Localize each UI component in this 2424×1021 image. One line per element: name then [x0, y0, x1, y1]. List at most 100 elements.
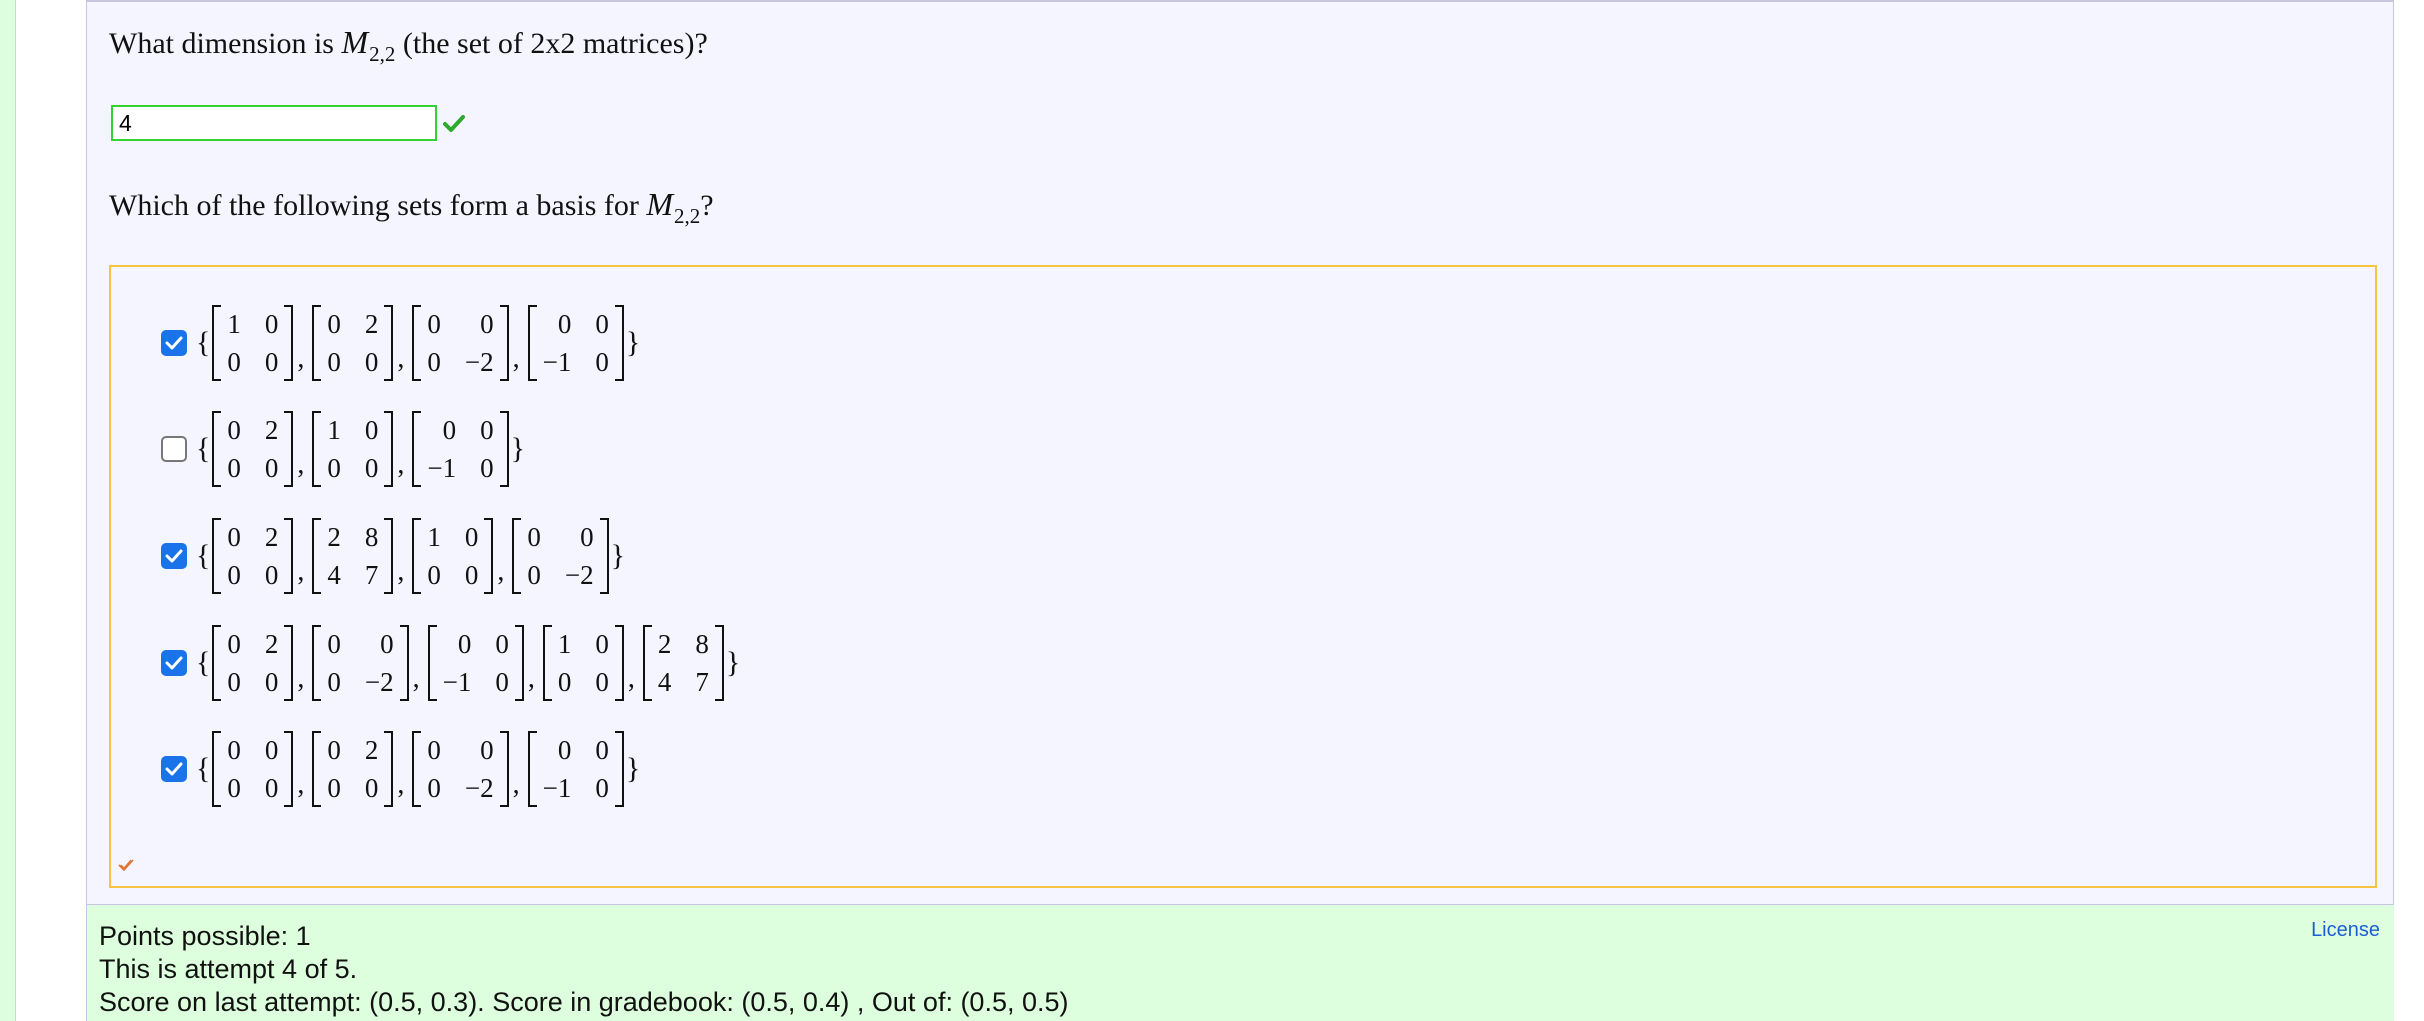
choice-option: {0 2 0 0, 0 0 0 −2, 0 0 −1 0, 1 0 0 0, 2 8 4 7}: [161, 618, 742, 708]
matrix-entry: 2: [364, 308, 379, 339]
matrix-entry: 0: [427, 734, 441, 765]
matrix-left-bracket: [312, 625, 322, 701]
matrix-entry: 8: [695, 628, 709, 659]
matrix-left-bracket: [212, 305, 222, 381]
matrix-left-bracket: [412, 305, 422, 381]
matrix-entry: 1: [327, 414, 341, 445]
matrix-entry: 7: [364, 559, 379, 590]
matrix-right-bracket: [399, 625, 409, 701]
open-brace: {: [196, 539, 211, 572]
matrix-entry: 0: [480, 452, 494, 483]
separator: ,: [512, 769, 520, 800]
matrix: 0000: [212, 731, 294, 807]
matrix-entries: 0 0 0 −2: [421, 731, 499, 807]
matrix-right-bracket: [384, 305, 394, 381]
choice-checkbox[interactable]: [161, 543, 187, 569]
matrix-entry: 0: [264, 346, 279, 377]
choice-checkbox[interactable]: [161, 650, 187, 676]
attempt-count: This is attempt 4 of 5.: [99, 954, 358, 984]
matrix: 1000: [212, 305, 294, 381]
dimension-answer-input[interactable]: [111, 105, 437, 141]
matrix-entry: 0: [427, 346, 441, 377]
matrix-entry: 0: [427, 772, 441, 803]
matrix-left-bracket: [312, 411, 322, 487]
matrix-right-bracket: [614, 305, 624, 381]
matrix-entries: 0 0 −1 0: [421, 411, 499, 487]
question-text: What dimension is: [109, 27, 342, 60]
matrix-left-bracket: [212, 411, 222, 487]
matrix-left-bracket: [427, 625, 437, 701]
matrix-entry: −2: [464, 346, 494, 377]
matrix-entry: 8: [364, 521, 379, 552]
matrix-entry: 0: [595, 734, 609, 765]
matrix-right-bracket: [614, 625, 624, 701]
matrix-entry: 0: [595, 308, 609, 339]
matrix-entry: 0: [427, 559, 441, 590]
matrix: 0 0 −1 0: [527, 731, 624, 807]
matrix-entry: 0: [327, 452, 341, 483]
matrix-left-bracket: [212, 518, 222, 594]
matrix-entries: 0000: [221, 731, 284, 807]
choice-checkbox[interactable]: [161, 330, 187, 356]
separator: ,: [512, 343, 520, 374]
matrix-left-bracket: [527, 305, 537, 381]
separator: ,: [297, 769, 305, 800]
matrix-right-bracket: [384, 731, 394, 807]
matrix-left-bracket: [412, 731, 422, 807]
separator: ,: [397, 343, 405, 374]
matrix-entries: 2847: [321, 518, 384, 594]
matrix: 0 0 0 −2: [312, 625, 409, 701]
matrix-left-bracket: [312, 731, 322, 807]
open-brace: {: [196, 646, 211, 679]
matrix-left-bracket: [312, 305, 322, 381]
matrix-entry: 0: [264, 666, 279, 697]
separator: ,: [397, 449, 405, 480]
separator: ,: [297, 556, 305, 587]
question-text: (the set of 2x2 matrices)?: [395, 27, 708, 60]
matrix-right-bracket: [499, 305, 509, 381]
matrix-entry: 0: [264, 734, 279, 765]
matrix-entry: 0: [480, 308, 494, 339]
matrix-entry: 0: [264, 772, 279, 803]
matrix-entry: −1: [442, 666, 472, 697]
left-panel-strip: [0, 0, 16, 1021]
matrix-entry: 2: [264, 628, 279, 659]
matrix-right-bracket: [284, 411, 294, 487]
choice-checkbox[interactable]: [161, 756, 187, 782]
close-brace: }: [610, 539, 626, 572]
matrix-left-bracket: [412, 411, 422, 487]
matrix-entry: 0: [264, 452, 279, 483]
matrix-entry: −2: [564, 559, 594, 590]
matrix-right-bracket: [499, 731, 509, 807]
separator: ,: [497, 556, 505, 587]
matrix: 0 0 0 −2: [512, 518, 609, 594]
matrix-entry: −2: [364, 666, 394, 697]
matrix-entries: 0200: [321, 305, 384, 381]
separator: ,: [297, 343, 305, 374]
matrix: 0 0 −1 0: [527, 305, 624, 381]
separator: ,: [397, 769, 405, 800]
matrix-right-bracket: [714, 625, 724, 701]
matrix-entry: 1: [557, 628, 572, 659]
question-panel: What dimension is M2,2 (the set of 2x2 m…: [86, 0, 2394, 905]
matrix: 1000: [542, 625, 624, 701]
close-brace: }: [625, 752, 641, 785]
matrix-entry: 4: [657, 666, 672, 697]
separator: ,: [527, 663, 535, 694]
matrix-left-bracket: [642, 625, 652, 701]
matrix-entry: 2: [327, 521, 341, 552]
matrix-entry: 0: [557, 734, 572, 765]
matrix: 2847: [312, 518, 394, 594]
matrix-entry: 0: [327, 346, 341, 377]
choice-checkbox[interactable]: [161, 436, 187, 462]
separator: ,: [297, 663, 305, 694]
score-summary: Score on last attempt: (0.5, 0.3). Score…: [99, 987, 1069, 1017]
matrix-entry: 0: [364, 772, 379, 803]
matrix-left-bracket: [412, 518, 422, 594]
license-link[interactable]: License: [2311, 919, 2380, 942]
matrix-entries: 0 0 0 −2: [421, 305, 499, 381]
matrix-entry: 0: [364, 452, 379, 483]
matrix-entry: 7: [695, 666, 709, 697]
matrix: 0 0 −1 0: [427, 625, 524, 701]
matrix-entry: 0: [380, 628, 394, 659]
